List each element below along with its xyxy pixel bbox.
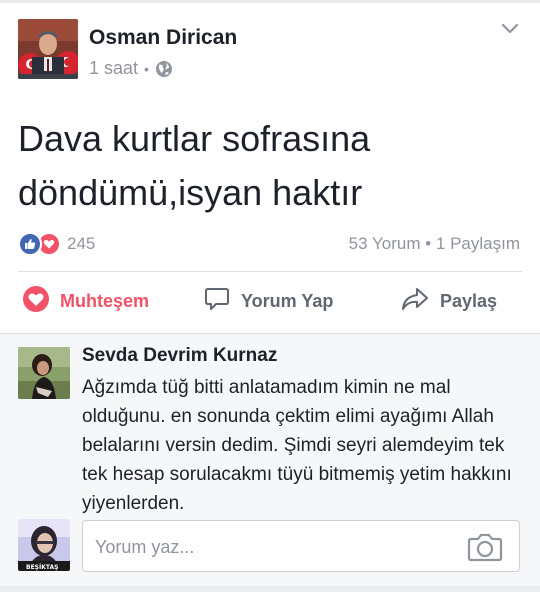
like-reaction-icon: [18, 232, 42, 256]
post-actions-bar: Muhteşem Yorum Yap Paylaş: [0, 279, 540, 323]
comment-text: Ağzımda tüğ bitti anlatamadım kimin ne m…: [82, 377, 512, 514]
comments-count-link[interactable]: 53 Yorum: [349, 234, 421, 253]
counts-separator: •: [425, 234, 432, 253]
comment-button[interactable]: Yorum Yap: [203, 279, 333, 323]
heart-icon: [22, 285, 50, 318]
commenter-name[interactable]: Sevda Devrim Kurnaz: [82, 345, 277, 367]
actions-divider: [18, 271, 522, 272]
comment-button-label: Yorum Yap: [241, 290, 334, 311]
chevron-down-icon[interactable]: [500, 18, 520, 38]
globe-icon: [155, 60, 173, 78]
post-meta: 1 saat •: [89, 58, 173, 79]
feed-separator: [0, 0, 540, 3]
composer-avatar-badge: BEŞİKTAŞ: [26, 564, 58, 571]
comments-section: Sevda Devrim Kurnaz Ağzımda tüğ bitti an…: [0, 333, 540, 592]
post-card: Osman Dirican 1 saat • Dava kurtlar sofr…: [0, 0, 540, 333]
comment-composer: [82, 520, 520, 572]
share-arrow-icon: [400, 285, 430, 318]
engagement-counts: 53 Yorum • 1 Paylaşım: [349, 234, 520, 254]
comments-separator: [0, 333, 540, 334]
post-text: Dava kurtlar sofrasına döndümü,isyan hak…: [18, 118, 371, 213]
camera-icon[interactable]: [467, 531, 503, 563]
comment-bubble-icon: [203, 285, 231, 318]
reactions-summary[interactable]: 245: [18, 232, 95, 256]
commenter-avatar[interactable]: [18, 347, 70, 399]
author-avatar[interactable]: [18, 19, 78, 79]
shares-count-link[interactable]: 1 Paylaşım: [436, 234, 520, 253]
share-button-label: Paylaş: [440, 290, 498, 311]
love-reaction-button[interactable]: Muhteşem: [22, 279, 149, 323]
meta-separator: •: [144, 60, 149, 77]
share-button[interactable]: Paylaş: [400, 279, 497, 323]
bottom-separator: [0, 586, 540, 592]
reaction-count: 245: [67, 234, 96, 253]
composer-avatar: BEŞİKTAŞ: [18, 519, 70, 571]
comment-input[interactable]: [93, 530, 457, 564]
love-button-label: Muhteşem: [60, 290, 150, 311]
post-time[interactable]: 1 saat: [89, 58, 138, 79]
post-author-name[interactable]: Osman Dirican: [89, 26, 237, 50]
